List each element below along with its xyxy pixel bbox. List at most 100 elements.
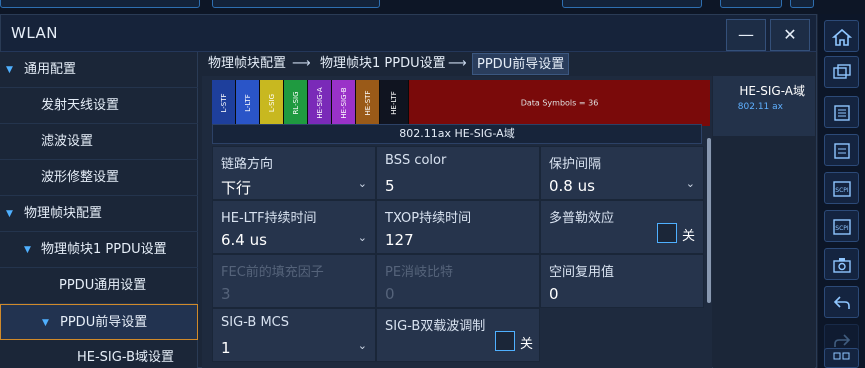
grid-button[interactable]	[824, 348, 859, 368]
info-title: HE-SIG-A域	[739, 84, 805, 98]
pe-disambiguity-field: PE消岐比特 0	[376, 254, 540, 308]
top-tab-3[interactable]	[562, 0, 702, 8]
camera-icon	[833, 258, 851, 273]
fec-padding-field: FEC前的填充因子 3	[212, 254, 376, 308]
breadcrumb-item-frame-block-config[interactable]: 物理帧块配置	[208, 53, 286, 75]
tree-item-label: 物理帧块配置	[24, 206, 103, 221]
panel-icon	[834, 143, 850, 159]
undo-button[interactable]	[824, 286, 859, 318]
tree-item-label: PPDU通用设置	[59, 278, 147, 293]
field-value: 6.4 us	[221, 231, 267, 249]
preamble-settings-panel: L-STF L-LTF L-SIG RL-SIG HE-SIG-A HE-SIG…	[202, 76, 712, 368]
chevron-down-icon: ⌄	[357, 231, 367, 244]
minimize-button[interactable]: —	[726, 19, 766, 51]
panel-button[interactable]	[824, 134, 859, 166]
close-button[interactable]: ✕	[770, 19, 810, 51]
spatial-reuse-field[interactable]: 空间复用值 0	[540, 254, 704, 308]
info-subtitle: 802.11 ax	[737, 102, 783, 112]
field-label: 链路方向	[221, 157, 274, 172]
title-bar: WLAN — ✕	[1, 15, 816, 52]
chevron-down-icon: ⌄	[357, 177, 367, 190]
frame-caption: 802.11ax HE-SIG-A域	[212, 124, 702, 144]
window-stack-icon	[833, 64, 851, 79]
top-button-2[interactable]	[790, 0, 814, 8]
field-value: 0	[385, 285, 395, 303]
scpi-button[interactable]: SCPI	[824, 172, 859, 204]
top-button-1[interactable]	[720, 0, 782, 8]
tree-item-ppdu-preamble[interactable]: ▼ PPDU前导设置	[0, 304, 198, 340]
memory-icon	[834, 105, 850, 121]
chevron-down-icon: ⌄	[685, 177, 695, 190]
doppler-checkbox-label: 关	[682, 229, 696, 244]
memory-button[interactable]	[824, 96, 859, 128]
camera-button[interactable]	[824, 248, 859, 280]
tree-item-frame-block-1-ppdu[interactable]: ▼ 物理帧块1 PPDU设置	[0, 232, 198, 268]
content-scrollbar[interactable]	[707, 138, 711, 303]
sig-b-dcm-checkbox-label: 关	[520, 337, 534, 352]
tree-item-general-config[interactable]: ▼ 通用配置	[0, 52, 198, 88]
scpi-icon: SCPI	[833, 181, 851, 197]
guard-interval-field[interactable]: 保护间隔 0.8 us ⌄	[540, 146, 704, 200]
expand-down-icon[interactable]: ▼	[6, 196, 13, 232]
expand-down-icon[interactable]: ▼	[24, 232, 31, 268]
frame-segment-data: Data Symbols = 36	[409, 80, 710, 126]
window-title: WLAN	[11, 24, 59, 42]
field-value: 下行	[221, 179, 252, 197]
txop-duration-field[interactable]: TXOP持续时间 127	[376, 200, 540, 254]
field-info-panel: HE-SIG-A域 802.11 ax	[713, 76, 815, 136]
minimize-icon: —	[738, 25, 754, 44]
breadcrumb-arrow-icon: ⟶	[448, 56, 467, 71]
home-icon	[832, 28, 852, 46]
tree-item-he-sig-b[interactable]: HE-SIG-B域设置	[0, 340, 198, 368]
app-root: WLAN — ✕ ▼ 通用配置 发射天线设置 滤波设置 波形修整设置 ▼ 物理帧…	[0, 0, 865, 368]
frame-segment-l-sig: L-SIG	[260, 80, 283, 126]
ppdu-frame-diagram: L-STF L-LTF L-SIG RL-SIG HE-SIG-A HE-SIG…	[212, 80, 710, 126]
breadcrumb-item-frame-block-1-ppdu[interactable]: 物理帧块1 PPDU设置	[320, 53, 446, 75]
tree-item-label: 发射天线设置	[41, 98, 120, 113]
frame-segment-rl-sig: RL-SIG	[284, 80, 307, 126]
tree-item-label: 波形修整设置	[41, 170, 120, 185]
frame-segment-he-ltf: HE-LTF	[380, 80, 408, 126]
tree-item-label: 滤波设置	[41, 134, 94, 149]
sig-b-mcs-field[interactable]: SIG-B MCS 1 ⌄	[212, 308, 376, 362]
field-label: SIG-B MCS	[221, 315, 289, 330]
tree-item-label: HE-SIG-B域设置	[77, 350, 174, 365]
tree-item-waveform-shaping[interactable]: 波形修整设置	[0, 160, 198, 196]
chevron-down-icon: ⌄	[357, 339, 367, 352]
field-label: 空间复用值	[549, 265, 615, 280]
window-stack-button[interactable]	[824, 56, 859, 88]
svg-text:SCPI: SCPI	[835, 187, 849, 194]
expand-down-icon[interactable]: ▼	[6, 52, 13, 88]
tree-item-frame-block-config[interactable]: ▼ 物理帧块配置	[0, 196, 198, 232]
breadcrumb: 物理帧块配置 ⟶ 物理帧块1 PPDU设置 ⟶ PPDU前导设置	[202, 52, 815, 76]
top-strip	[0, 0, 865, 14]
bss-color-field[interactable]: BSS color 5	[376, 146, 540, 200]
tree-item-filter[interactable]: 滤波设置	[0, 124, 198, 160]
field-label: FEC前的填充因子	[221, 265, 324, 280]
tree-item-ppdu-general[interactable]: PPDU通用设置	[0, 268, 198, 304]
top-tab-2[interactable]	[212, 0, 380, 8]
field-label: PE消岐比特	[385, 265, 454, 280]
sig-b-dcm-field: SIG-B双载波调制 关	[376, 308, 540, 362]
top-tab-1[interactable]	[0, 0, 200, 8]
info-panel-body	[713, 136, 815, 368]
svg-text:SCPI: SCPI	[835, 225, 849, 232]
he-ltf-duration-field[interactable]: HE-LTF持续时间 6.4 us ⌄	[212, 200, 376, 254]
expand-down-icon[interactable]: ▼	[42, 305, 49, 341]
scpi-button-2[interactable]: SCPI	[824, 210, 859, 242]
home-button[interactable]	[824, 20, 859, 52]
undo-icon	[833, 296, 850, 309]
link-direction-field[interactable]: 链路方向 下行 ⌄	[212, 146, 376, 200]
sig-b-dcm-checkbox[interactable]	[495, 331, 515, 351]
field-label: 多普勒效应	[549, 211, 615, 226]
frame-segment-l-stf: L-STF	[212, 80, 235, 126]
doppler-field: 多普勒效应 关	[540, 200, 704, 254]
breadcrumb-item-ppdu-preamble[interactable]: PPDU前导设置	[472, 53, 570, 75]
field-value: 5	[385, 177, 395, 195]
field-label: SIG-B双载波调制	[385, 319, 486, 334]
field-value: 127	[385, 231, 414, 249]
config-tree: ▼ 通用配置 发射天线设置 滤波设置 波形修整设置 ▼ 物理帧块配置 ▼ 物理帧…	[0, 52, 198, 368]
doppler-checkbox[interactable]	[657, 223, 677, 243]
tree-item-tx-antenna[interactable]: 发射天线设置	[0, 88, 198, 124]
field-label: 保护间隔	[549, 157, 602, 172]
